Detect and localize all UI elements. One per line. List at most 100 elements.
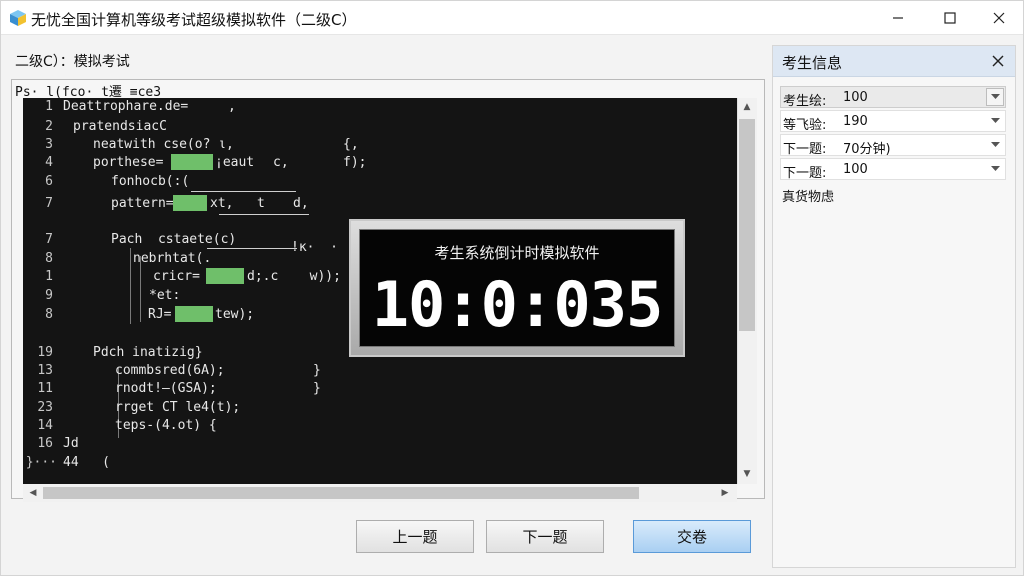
line-number: 19 bbox=[37, 345, 53, 360]
prev-question-button[interactable]: 上一题 bbox=[356, 520, 474, 553]
panel-note: 真货物虑 bbox=[782, 190, 835, 205]
code-token: RJ= bbox=[148, 307, 172, 322]
code-token: Deattrophare.de= bbox=[63, 99, 189, 114]
code-token: neatwith cse(o? ι, bbox=[93, 137, 234, 152]
code-token: fonhocb(:( bbox=[111, 174, 190, 189]
highlight-block bbox=[206, 268, 244, 284]
info-row-value: 100 bbox=[843, 162, 868, 177]
code-token: d, bbox=[293, 196, 309, 211]
info-row-label: 下一题: bbox=[783, 166, 827, 181]
title-bar: 无忧全国计算机等级考试超级模拟软件（二级C） bbox=[1, 1, 1023, 35]
line-number: 4 bbox=[45, 155, 53, 170]
line-number: 6 bbox=[45, 174, 53, 189]
blank-underline bbox=[191, 191, 296, 192]
info-row-value: 100 bbox=[843, 90, 868, 105]
code-token: {, bbox=[343, 137, 359, 152]
line-number: 16 bbox=[37, 436, 53, 451]
code-token: pratendsiacC bbox=[73, 119, 167, 134]
timer-display: 考生系统倒计时模拟软件 10:0:035 bbox=[359, 229, 675, 347]
info-row[interactable]: 考生绘: 100 bbox=[780, 86, 1006, 109]
maximize-button[interactable] bbox=[927, 1, 973, 35]
code-token: 44 ( bbox=[63, 455, 110, 470]
code-token: teps-(4.ot) { bbox=[115, 418, 217, 433]
code-token: Jd bbox=[63, 436, 79, 451]
scroll-down-arrow-icon[interactable]: ▼ bbox=[741, 469, 753, 479]
code-token: d;.c w)); bbox=[247, 269, 341, 284]
highlight-block bbox=[171, 154, 213, 170]
code-token: !κ· · bbox=[291, 240, 338, 255]
code-token: tew); bbox=[215, 307, 255, 322]
chevron-down-icon[interactable] bbox=[986, 88, 1004, 106]
blank-underline bbox=[219, 214, 309, 215]
line-number: 3 bbox=[45, 137, 53, 152]
code-token: rrget CT le4(t); bbox=[115, 400, 241, 415]
panel-close-icon[interactable] bbox=[989, 52, 1007, 70]
line-number: 8 bbox=[45, 307, 53, 322]
line-number: 7 bbox=[45, 232, 53, 247]
info-row[interactable]: 下一题: 100 bbox=[780, 158, 1006, 181]
vertical-scroll-thumb[interactable] bbox=[739, 119, 755, 331]
code-token: xt, bbox=[210, 196, 234, 211]
line-number: 14 bbox=[37, 418, 53, 433]
line-number-gutter: 1 2 3 4 6 7 7 8 1 9 8 19 13 11 23 14 16 … bbox=[23, 98, 61, 484]
code-token: } bbox=[313, 363, 321, 378]
line-number: 13 bbox=[37, 363, 53, 378]
chevron-down-icon[interactable] bbox=[986, 136, 1004, 154]
horizontal-scroll-thumb[interactable] bbox=[43, 487, 639, 499]
maximize-icon bbox=[944, 12, 956, 24]
close-icon bbox=[993, 12, 1005, 24]
info-row-label: 等飞验: bbox=[783, 118, 827, 133]
info-row-label: 考生绘: bbox=[783, 94, 827, 109]
line-number: 1 bbox=[45, 269, 53, 284]
chevron-down-icon[interactable] bbox=[986, 160, 1004, 178]
code-token: } bbox=[313, 381, 321, 396]
line-number: }··· bbox=[25, 455, 57, 470]
scroll-up-arrow-icon[interactable]: ▲ bbox=[741, 102, 753, 112]
code-token: t bbox=[257, 196, 265, 211]
code-token: pattern= bbox=[111, 196, 174, 211]
minimize-icon bbox=[893, 17, 903, 19]
code-token: nebrhtat(. bbox=[133, 251, 212, 266]
app-cube-icon bbox=[10, 10, 26, 26]
candidate-info-panel: 考生信息 考生绘: 100 等飞验: 190 下一题: 70分钟) 下一题: 1… bbox=[772, 45, 1016, 568]
info-row-value: 190 bbox=[843, 114, 868, 129]
code-token: *et: bbox=[149, 288, 181, 303]
code-token: porthese= bbox=[93, 155, 164, 170]
line-number: 11 bbox=[37, 381, 53, 396]
next-question-button[interactable]: 下一题 bbox=[486, 520, 604, 553]
code-token: , bbox=[228, 99, 236, 114]
countdown-timer-dialog: 考生系统倒计时模拟软件 10:0:035 bbox=[349, 219, 685, 357]
info-row-label: 下一题: bbox=[783, 142, 827, 157]
code-token: c, bbox=[273, 155, 289, 170]
highlight-block bbox=[175, 306, 213, 322]
code-token: rnodt!—(GSA); bbox=[115, 381, 217, 396]
app-window: 无忧全国计算机等级考试超级模拟软件（二级C） 二级C）：模拟考试 Ps· l(f… bbox=[0, 0, 1024, 576]
minimize-button[interactable] bbox=[875, 1, 921, 35]
indent-guide bbox=[130, 248, 131, 324]
code-token: Pdch inatizig} bbox=[93, 345, 203, 360]
chevron-down-icon[interactable] bbox=[986, 112, 1004, 130]
info-row[interactable]: 下一题: 70分钟) bbox=[780, 134, 1006, 157]
blank-underline bbox=[207, 248, 297, 249]
scroll-left-arrow-icon[interactable]: ◀ bbox=[27, 488, 39, 498]
info-row-value: 70分钟) bbox=[843, 142, 891, 157]
line-number: 1 bbox=[45, 99, 53, 114]
line-number: 7 bbox=[45, 196, 53, 211]
scroll-right-arrow-icon[interactable]: ▶ bbox=[719, 488, 731, 498]
line-number: 8 bbox=[45, 251, 53, 266]
info-row[interactable]: 等飞验: 190 bbox=[780, 110, 1006, 133]
timer-value: 10:0:035 bbox=[371, 268, 664, 341]
timer-caption: 考生系统倒计时模拟软件 bbox=[434, 244, 600, 262]
code-token: Pach cstaete(c) bbox=[111, 232, 237, 247]
line-number: 23 bbox=[37, 400, 53, 415]
code-token: f); bbox=[343, 155, 367, 170]
highlight-block bbox=[173, 195, 207, 211]
submit-exam-button[interactable]: 交卷 bbox=[633, 520, 751, 553]
window-title: 无忧全国计算机等级考试超级模拟软件（二级C） bbox=[31, 11, 357, 29]
section-label: 二级C）：模拟考试 bbox=[15, 54, 130, 70]
line-number: 2 bbox=[45, 119, 53, 134]
close-button[interactable] bbox=[976, 1, 1022, 35]
code-token: commbsred(6A); bbox=[115, 363, 225, 378]
line-number: 9 bbox=[45, 288, 53, 303]
code-token: cricr= bbox=[153, 269, 200, 284]
